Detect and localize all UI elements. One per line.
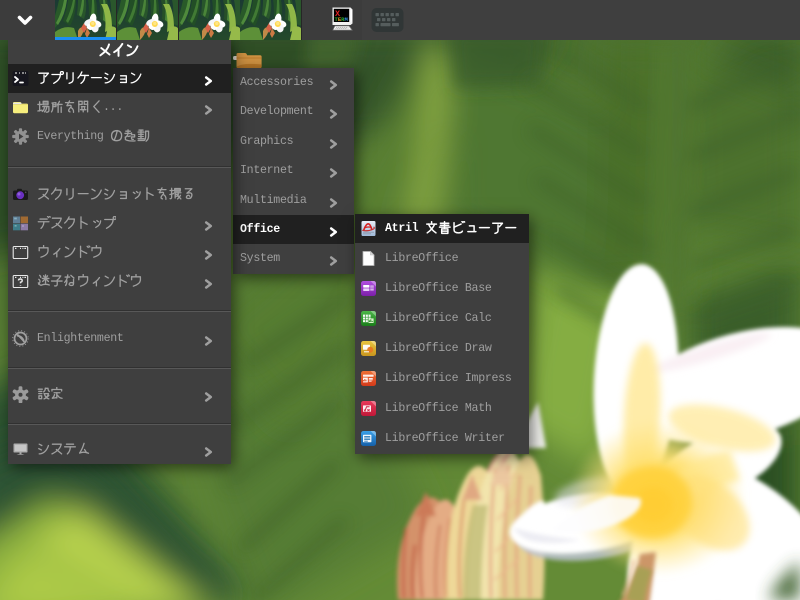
svg-text:TERM: TERM [335,16,349,23]
